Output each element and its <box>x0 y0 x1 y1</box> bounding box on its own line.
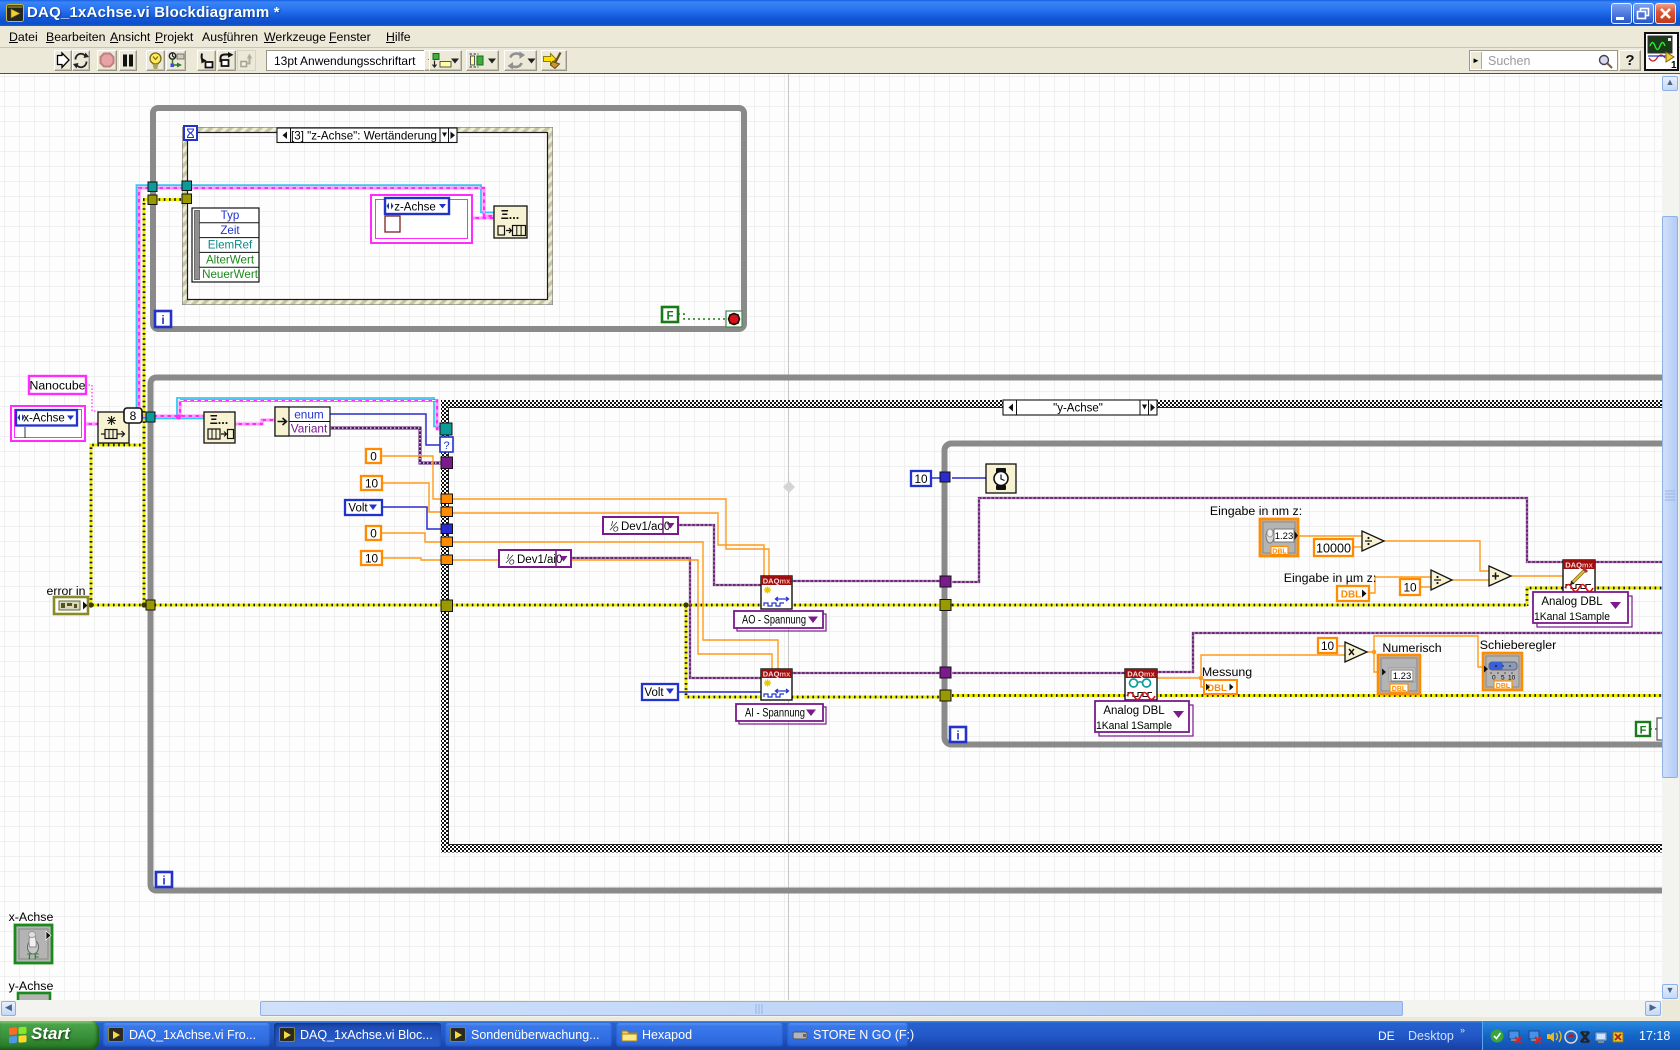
svg-text:x-Achse: x-Achse <box>9 910 54 924</box>
svg-text:z-Achse: z-Achse <box>394 202 436 214</box>
svg-text:Zeit: Zeit <box>220 224 240 237</box>
svg-text:Volt: Volt <box>348 503 368 515</box>
svg-text:8: 8 <box>130 409 137 423</box>
svg-text:Volt: Volt <box>644 687 664 699</box>
svg-text:Analog DBL: Analog DBL <box>1541 596 1603 608</box>
svg-text:0: 0 <box>370 450 377 464</box>
svg-text:DBL: DBL <box>1392 686 1407 693</box>
svg-text:AO - Spannung: AO - Spannung <box>742 615 806 627</box>
svg-text:F: F <box>1640 725 1647 737</box>
svg-text:DBL: DBL <box>1341 590 1362 601</box>
svg-text:DBL: DBL <box>1272 549 1287 556</box>
svg-text:DAQmx: DAQmx <box>1127 670 1155 679</box>
svg-text:10: 10 <box>1321 639 1335 653</box>
svg-text:Eingabe in µm z:: Eingabe in µm z: <box>1284 571 1377 585</box>
svg-text:x-Achse: x-Achse <box>23 413 65 425</box>
svg-text:DBL: DBL <box>1207 683 1227 694</box>
svg-text:1Kanal 1Sample: 1Kanal 1Sample <box>1096 720 1172 732</box>
svg-text:T F: T F <box>27 953 39 962</box>
svg-text:?: ? <box>443 440 449 452</box>
svg-text:NeuerWert: NeuerWert <box>202 268 259 281</box>
svg-text:i: i <box>162 874 165 888</box>
svg-text:DAQmx: DAQmx <box>763 670 791 679</box>
svg-text:Eingabe in nm z:: Eingabe in nm z: <box>1210 504 1302 518</box>
svg-text:Messung: Messung <box>1202 665 1252 679</box>
svg-text:AI - Spannung: AI - Spannung <box>745 708 805 720</box>
svg-text:Ξ...: Ξ... <box>210 413 228 427</box>
svg-text:O: O <box>509 560 515 567</box>
svg-text:[3] "z-Achse": Wertänderung: [3] "z-Achse": Wertänderung <box>291 130 437 143</box>
svg-text:O: O <box>613 527 619 534</box>
svg-text:1Kanal 1Sample: 1Kanal 1Sample <box>1534 611 1610 623</box>
svg-text:0: 0 <box>370 527 377 541</box>
svg-text:DAQmx: DAQmx <box>1565 561 1593 570</box>
svg-text:10: 10 <box>365 477 379 491</box>
svg-text:Numerisch: Numerisch <box>1382 641 1441 655</box>
svg-text:Typ: Typ <box>221 209 240 222</box>
svg-text:ElemRef: ElemRef <box>208 239 253 252</box>
svg-text:10000: 10000 <box>1316 542 1351 556</box>
svg-text:F: F <box>666 311 673 323</box>
svg-text:Schieberegler: Schieberegler <box>1480 638 1556 652</box>
svg-text:i: i <box>161 313 164 327</box>
svg-text:10: 10 <box>1403 581 1417 595</box>
svg-text:1.23: 1.23 <box>1393 671 1412 682</box>
svg-text:Ξ...: Ξ... <box>501 208 519 222</box>
svg-text:Analog DBL: Analog DBL <box>1103 705 1165 717</box>
svg-text:Nanocube: Nanocube <box>29 379 85 393</box>
svg-text:Variant: Variant <box>291 422 328 436</box>
svg-text:DBL: DBL <box>1496 683 1511 690</box>
svg-text:AlterWert: AlterWert <box>206 253 255 266</box>
svg-text:10: 10 <box>365 552 379 566</box>
svg-text:enum: enum <box>294 408 324 422</box>
svg-text:1: 1 <box>1671 60 1677 71</box>
svg-text:DAQmx: DAQmx <box>763 577 791 586</box>
svg-text:i: i <box>956 729 959 743</box>
svg-text:10: 10 <box>914 472 928 486</box>
svg-text:y-Achse: y-Achse <box>9 979 54 993</box>
svg-text:"y-Achse": "y-Achse" <box>1053 403 1103 415</box>
svg-text:1.23: 1.23 <box>1275 531 1294 542</box>
